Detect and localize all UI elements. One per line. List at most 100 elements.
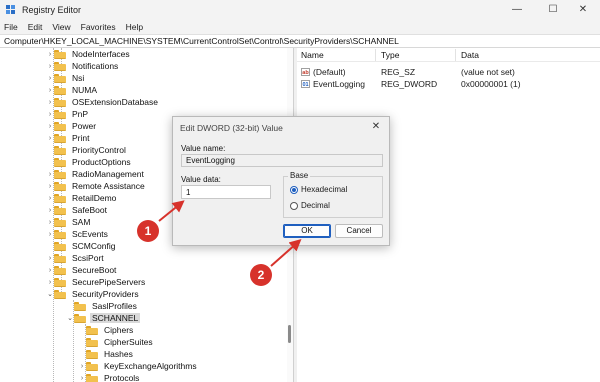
folder-icon — [54, 277, 66, 287]
chevron-right-icon[interactable]: › — [46, 72, 54, 84]
chevron-right-icon[interactable]: › — [46, 120, 54, 132]
chevron-right-icon[interactable]: › — [46, 60, 54, 72]
list-row[interactable]: ab (Default) REG_SZ (value not set) — [297, 66, 600, 78]
tree-item-nsi[interactable]: › Nsi — [46, 72, 86, 84]
chevron-right-icon[interactable]: › — [46, 168, 54, 180]
tree-item-label: SAM — [72, 217, 91, 227]
chevron-right-icon[interactable]: › — [46, 216, 54, 228]
chevron-right-icon[interactable]: › — [46, 132, 54, 144]
tree-item-schannel[interactable]: ⌄ SCHANNEL — [66, 312, 141, 324]
tree-item-pnp[interactable]: › PnP — [46, 108, 90, 120]
tree-item-secureboot[interactable]: › SecureBoot — [46, 264, 118, 276]
tree-item-keyexchangealgorithms[interactable]: › KeyExchangeAlgorithms — [78, 360, 199, 372]
radio-hexadecimal-selected[interactable] — [290, 185, 298, 194]
list-row[interactable]: 01 EventLogging REG_DWORD 0x00000001 (1) — [297, 78, 600, 90]
value-name-field[interactable] — [181, 154, 383, 167]
tree-item-securepipeservers[interactable]: › SecurePipeServers — [46, 276, 147, 288]
folder-icon — [54, 217, 66, 227]
column-type[interactable]: Type — [377, 48, 399, 62]
tree-item-label: Print — [72, 133, 90, 143]
chevron-right-icon[interactable]: › — [46, 204, 54, 216]
chevron-right-icon[interactable]: › — [78, 360, 86, 372]
column-data[interactable]: Data — [457, 48, 479, 62]
chevron-down-icon[interactable]: ⌄ — [46, 288, 54, 300]
registry-editor-icon — [6, 4, 16, 15]
folder-icon — [54, 181, 66, 191]
address-bar[interactable]: Computer\HKEY_LOCAL_MACHINE\SYSTEM\Curre… — [0, 34, 600, 48]
ok-button[interactable]: OK — [283, 224, 331, 238]
tree-item-scevents[interactable]: › ScEvents — [46, 228, 110, 240]
tree-item-securityproviders[interactable]: ⌄ SecurityProviders — [46, 288, 141, 300]
tree-item-safeboot[interactable]: › SafeBoot — [46, 204, 109, 216]
chevron-right-icon[interactable]: › — [46, 276, 54, 288]
close-icon[interactable]: ✕ — [369, 120, 383, 134]
tree-item-label: SecurePipeServers — [72, 277, 146, 287]
tree-item-retaildemo[interactable]: › RetailDemo — [46, 192, 118, 204]
minimize-icon[interactable]: — — [500, 0, 534, 19]
tree-item-label: PriorityControl — [72, 145, 126, 155]
string-value-icon: ab — [301, 68, 310, 76]
tree-item-hashes[interactable]: Hashes — [78, 348, 135, 360]
menu-help[interactable]: Help — [126, 22, 143, 32]
tree-item-power[interactable]: › Power — [46, 120, 98, 132]
folder-icon — [86, 349, 98, 359]
column-separator[interactable] — [375, 49, 376, 61]
tree-item-remote-assistance[interactable]: › Remote Assistance — [46, 180, 147, 192]
folder-icon — [54, 109, 66, 119]
tree-item-ciphers[interactable]: Ciphers — [78, 324, 135, 336]
tree-item-scsiport[interactable]: › ScsiPort — [46, 252, 106, 264]
tree-item-sam[interactable]: › SAM — [46, 216, 92, 228]
folder-icon — [54, 229, 66, 239]
tree-item-notifications[interactable]: › Notifications — [46, 60, 120, 72]
chevron-right-icon[interactable]: › — [46, 48, 54, 60]
value-data: (value not set) — [461, 67, 515, 77]
tree-item-label: Power — [72, 121, 97, 131]
chevron-right-icon[interactable]: › — [46, 96, 54, 108]
radio-hexadecimal[interactable]: Hexadecimal — [290, 185, 347, 194]
chevron-right-icon[interactable]: › — [46, 252, 54, 264]
value-data-field[interactable] — [181, 185, 271, 199]
tree-item-ciphersuites[interactable]: CipherSuites — [78, 336, 155, 348]
tree-item-nodeinterfaces[interactable]: › NodeInterfaces — [46, 48, 132, 60]
menu-favorites[interactable]: Favorites — [81, 22, 116, 32]
tree-item-productoptions[interactable]: ProductOptions — [46, 156, 133, 168]
column-name[interactable]: Name — [297, 48, 324, 62]
tree-item-numa[interactable]: › NUMA — [46, 84, 99, 96]
close-icon[interactable]: ✕ — [566, 0, 600, 19]
cancel-button[interactable]: Cancel — [335, 224, 383, 238]
chevron-right-icon[interactable]: › — [46, 180, 54, 192]
chevron-right-icon[interactable]: › — [46, 84, 54, 96]
folder-icon — [54, 85, 66, 95]
chevron-right-icon[interactable]: › — [78, 372, 86, 382]
chevron-right-icon[interactable]: › — [46, 264, 54, 276]
tree-item-prioritycontrol[interactable]: PriorityControl — [46, 144, 128, 156]
chevron-right-icon[interactable]: › — [46, 228, 54, 240]
tree-item-print[interactable]: › Print — [46, 132, 91, 144]
menu-edit[interactable]: Edit — [28, 22, 43, 32]
folder-icon — [74, 301, 86, 311]
tree-item-saslprofiles[interactable]: SaslProfiles — [66, 300, 139, 312]
column-separator[interactable] — [455, 49, 456, 61]
tree-item-osextensiondatabase[interactable]: › OSExtensionDatabase — [46, 96, 160, 108]
menu-view[interactable]: View — [52, 22, 70, 32]
scrollbar-thumb[interactable] — [288, 325, 291, 343]
tree-item-scmconfig[interactable]: SCMConfig — [46, 240, 117, 252]
tree-item-radiomanagement[interactable]: › RadioManagement — [46, 168, 146, 180]
radio-decimal-unselected[interactable] — [290, 201, 298, 210]
folder-icon — [54, 49, 66, 59]
folder-icon — [86, 373, 98, 382]
value-data-label: Value data: — [181, 175, 221, 184]
window-title: Registry Editor — [22, 4, 82, 15]
chevron-right-icon[interactable]: › — [46, 108, 54, 120]
menu-file[interactable]: File — [4, 22, 18, 32]
chevron-down-icon[interactable]: ⌄ — [66, 312, 74, 324]
tree-item-protocols[interactable]: › Protocols — [78, 372, 141, 382]
tree-item-label: SafeBoot — [72, 205, 107, 215]
chevron-right-icon[interactable]: › — [46, 192, 54, 204]
annotation-badge-1: 1 — [137, 220, 159, 242]
radio-decimal[interactable]: Decimal — [290, 201, 330, 210]
maximize-icon[interactable]: ☐ — [536, 0, 570, 19]
